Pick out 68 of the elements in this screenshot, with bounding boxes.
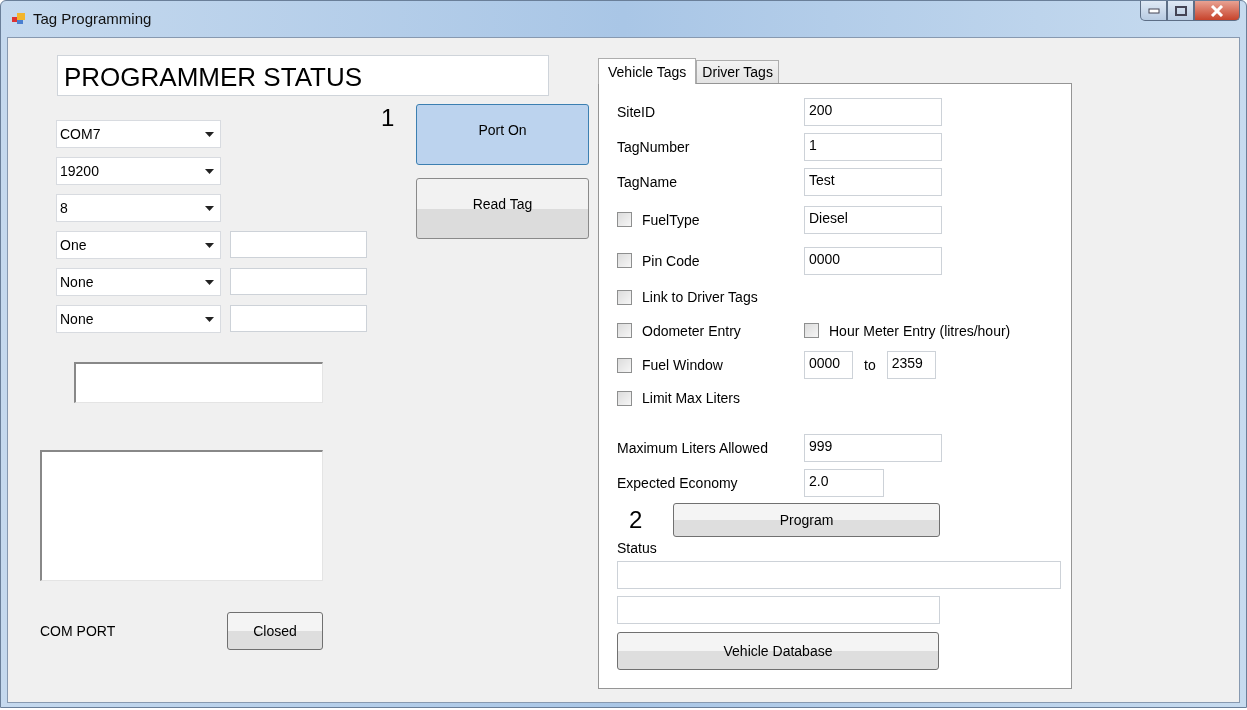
status-field[interactable]	[617, 561, 1061, 589]
checkbox[interactable]	[617, 253, 632, 268]
closed-button[interactable]: Closed	[227, 612, 323, 650]
field-label: Odometer Entry	[642, 322, 741, 339]
com-port-label: COM PORT	[40, 623, 117, 639]
field-label: Pin Code	[642, 252, 700, 269]
checkbox[interactable]	[617, 390, 632, 406]
range-separator: to	[864, 357, 876, 373]
input-field[interactable]: 2.0	[804, 468, 884, 497]
text-area[interactable]	[40, 450, 323, 581]
input-field[interactable]: 0000	[804, 246, 942, 275]
input-field[interactable]: Test	[804, 167, 942, 196]
checkbox[interactable]	[617, 357, 632, 373]
field-label: Expected Economy	[617, 474, 738, 491]
window-title: Tag Programming	[33, 10, 152, 27]
field-label: FuelType	[642, 211, 700, 228]
minimize-button[interactable]	[1140, 1, 1167, 21]
dropdown[interactable]: COM7	[56, 120, 221, 148]
input-field[interactable]	[230, 231, 367, 258]
dropdown[interactable]: One	[56, 231, 221, 259]
field-label: Maximum Liters Allowed	[617, 439, 768, 456]
checkbox[interactable]	[617, 323, 632, 338]
minimize-icon	[1147, 7, 1160, 14]
checkbox[interactable]	[617, 289, 632, 305]
field-label: Fuel Window	[642, 357, 723, 373]
caret-icon	[205, 279, 214, 285]
checkbox[interactable]	[617, 212, 632, 227]
caret-icon	[205, 131, 214, 137]
programmer-status-field: PROGRAMMER STATUS	[57, 55, 549, 96]
tab[interactable]: Vehicle Tags	[598, 58, 697, 84]
step-number: 1	[381, 104, 396, 133]
checkbox[interactable]	[804, 323, 819, 338]
close-button[interactable]	[1194, 1, 1240, 21]
maximize-button[interactable]	[1167, 1, 1194, 21]
caret-icon	[205, 242, 214, 248]
input-field[interactable]: 999	[804, 433, 942, 462]
app-icon	[11, 11, 27, 27]
input-field[interactable]: 200	[804, 97, 942, 126]
maximize-icon	[1174, 5, 1187, 16]
input-field[interactable]: 2359	[886, 351, 936, 379]
program-button[interactable]: Program	[673, 503, 940, 537]
field-label: TagName	[617, 173, 677, 190]
input-field[interactable]	[230, 268, 367, 295]
tab[interactable]: Driver Tags	[696, 60, 779, 83]
caret-icon	[205, 316, 214, 322]
field-label: Limit Max Liters	[642, 390, 741, 406]
caret-icon	[205, 205, 214, 211]
port-button[interactable]: Read Tag	[416, 178, 589, 239]
port-button[interactable]: Port On	[416, 104, 589, 165]
caret-icon	[205, 168, 214, 174]
status-field[interactable]	[617, 596, 940, 624]
close-icon	[1210, 4, 1224, 17]
vehicle-database-button[interactable]: Vehicle Database	[617, 632, 939, 670]
dropdown[interactable]: None	[56, 268, 221, 296]
field-label: SiteID	[617, 103, 656, 120]
step-number: 2	[628, 506, 644, 534]
field-label: TagNumber	[617, 138, 690, 155]
input-field[interactable]: Diesel	[804, 205, 942, 234]
dropdown[interactable]: 19200	[56, 157, 221, 185]
status-label: Status	[617, 540, 658, 556]
dropdown[interactable]: 8	[56, 194, 221, 222]
field-label: Link to Driver Tags	[642, 289, 758, 305]
dropdown[interactable]: None	[56, 305, 221, 333]
input-field[interactable]	[230, 305, 367, 332]
field-label: Hour Meter Entry (litres/hour)	[829, 322, 1011, 339]
input-field[interactable]: 0000	[804, 351, 853, 379]
input-field[interactable]	[74, 362, 323, 403]
input-field[interactable]: 1	[804, 132, 942, 161]
